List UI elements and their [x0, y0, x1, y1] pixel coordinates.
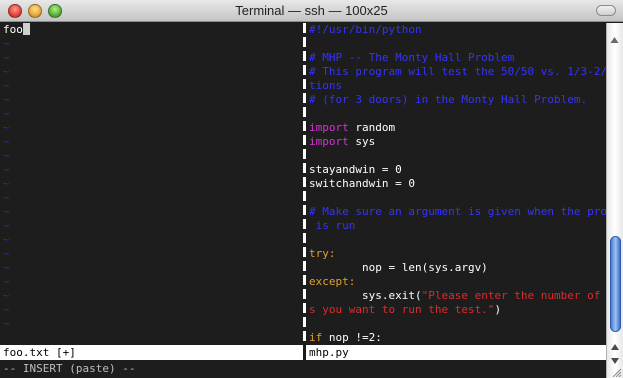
empty-line-tilde: ~ [3, 65, 10, 78]
mode-indicator: -- INSERT (paste) -- [3, 362, 136, 375]
code-line: #!/usr/bin/python [306, 23, 606, 37]
window-title: Terminal — ssh — 100x25 [235, 3, 388, 18]
code-token: tions [309, 79, 343, 92]
code-token: s you want to run the test." [309, 303, 495, 316]
toolbar-toggle-button[interactable] [596, 5, 616, 16]
code-token: ) [494, 303, 502, 316]
code-line: tions [306, 79, 606, 93]
code-token: except: [309, 275, 356, 288]
empty-line-tilde: ~ [3, 121, 10, 134]
code-line: is run [306, 219, 606, 233]
code-token: sys.exit( [309, 289, 422, 302]
empty-line-tilde: ~ [3, 163, 10, 176]
empty-line-tilde: ~ [3, 149, 10, 162]
terminal-window: Terminal — ssh — 100x25 foo ~ ~ ~ ~ ~ ~ ~ ~ ~ ~ ~ ~… [0, 0, 623, 378]
left-editor-pane[interactable]: foo ~ ~ ~ ~ ~ ~ ~ ~ ~ ~ ~ ~ ~ ~ ~ ~ ~ ~ ~ ~ ~ [0, 23, 303, 345]
code-token: "Please enter the number of time [421, 289, 601, 302]
code-token: #!/usr/bin/python [309, 23, 422, 36]
code-token: stayandwin = 0 [309, 163, 402, 176]
code-line: if nop !=2: [306, 331, 606, 345]
right-file-status: mhp.py [309, 346, 349, 359]
code-token: # Make sure an argument is given when th… [309, 205, 606, 218]
empty-line-tilde: ~ [3, 37, 10, 50]
code-line: # (for 3 doors) in the Monty Hall Proble… [306, 93, 606, 107]
code-line: import sys [306, 135, 606, 149]
code-token: sys [348, 135, 376, 148]
left-first-line: foo [0, 23, 303, 37]
code-token: # (for 3 doors) in the Monty Hall Proble… [309, 93, 588, 106]
code-token: nop !=2: [322, 331, 382, 344]
empty-line-tilde: ~ [3, 51, 10, 64]
code-token: import [309, 135, 349, 148]
left-first-line-text: foo [3, 23, 23, 36]
vertical-scrollbar[interactable] [606, 23, 623, 378]
code-line: # Make sure an argument is given when th… [306, 205, 606, 219]
empty-line-tilde: ~ [3, 275, 10, 288]
vim-status-bar: foo.txt [+] mhp.py [0, 345, 606, 360]
empty-line-tilde: ~ [3, 205, 10, 218]
code-token: switchandwin = 0 [309, 177, 415, 190]
code-token: # MHP -- The Monty Hall Problem [309, 51, 515, 64]
text-cursor [22, 23, 30, 35]
code-token: nop = len(sys.argv) [309, 261, 488, 274]
code-line: # This program will test the 50/50 vs. 1… [306, 65, 606, 79]
scrollbar-thumb[interactable] [610, 236, 621, 332]
title-bar[interactable]: Terminal — ssh — 100x25 [0, 0, 623, 22]
code-line: s you want to run the test.") [306, 303, 606, 317]
empty-line-tilde: ~ [3, 247, 10, 260]
empty-line-tilde: ~ [3, 79, 10, 92]
right-editor-pane[interactable]: #!/usr/bin/python # MHP -- The Monty Hal… [306, 23, 606, 345]
code-line: sys.exit("Please enter the number of tim… [306, 289, 606, 303]
code-token: try: [309, 247, 336, 260]
code-line: switchandwin = 0 [306, 177, 606, 191]
empty-line-tilde: ~ [3, 303, 10, 316]
empty-line-tilde: ~ [3, 191, 10, 204]
empty-line-tilde: ~ [3, 317, 10, 330]
code-line: stayandwin = 0 [306, 163, 606, 177]
scroll-down-arrow-icon[interactable] [609, 355, 621, 367]
code-line: import random [306, 121, 606, 135]
code-token: import [309, 121, 349, 134]
empty-line-tilde: ~ [3, 219, 10, 232]
empty-line-tilde: ~ [3, 289, 10, 302]
empty-line-tilde: ~ [3, 261, 10, 274]
scroll-up-arrow-icon[interactable] [609, 341, 621, 353]
terminal-content[interactable]: foo ~ ~ ~ ~ ~ ~ ~ ~ ~ ~ ~ ~ ~ ~ ~ ~ ~ ~ ~ ~ ~ #!/usr/bin/pyt… [0, 23, 606, 378]
code-line: nop = len(sys.argv) [306, 261, 606, 275]
resize-grip-icon[interactable] [609, 368, 622, 377]
empty-line-tilde: ~ [3, 233, 10, 246]
empty-line-tilde: ~ [3, 107, 10, 120]
code-line: try: [306, 247, 606, 261]
empty-line-tilde: ~ [3, 177, 10, 190]
empty-line-tilde: ~ [3, 93, 10, 106]
empty-line-tilde: ~ [3, 135, 10, 148]
code-line: # MHP -- The Monty Hall Problem [306, 51, 606, 65]
code-line: except: [306, 275, 606, 289]
code-token: if [309, 331, 323, 344]
left-file-status: foo.txt [+] [3, 346, 76, 359]
scroll-top-arrow-icon[interactable] [609, 35, 620, 46]
code-token: random [348, 121, 396, 134]
code-token: # This program will test the 50/50 vs. 1… [309, 65, 606, 78]
code-token: is run [309, 219, 356, 232]
status-separator [303, 345, 306, 360]
